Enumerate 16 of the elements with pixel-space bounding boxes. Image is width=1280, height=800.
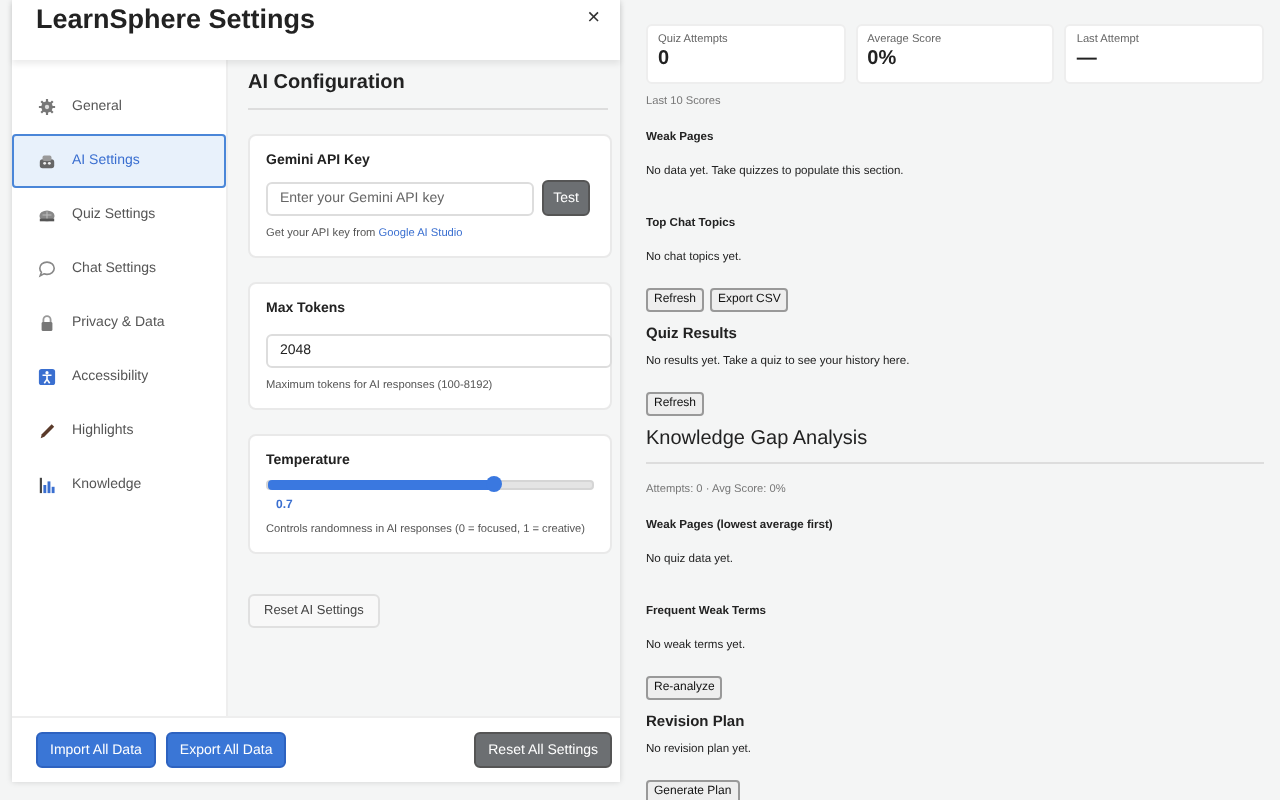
bar-chart-icon — [38, 476, 56, 494]
pencil-icon — [38, 422, 56, 440]
stat-value: 0 — [658, 48, 672, 70]
accessibility-icon — [38, 368, 56, 386]
lock-icon — [38, 314, 56, 332]
close-button[interactable]: × — [587, 6, 600, 30]
stat-value: 0% — [867, 48, 899, 70]
slider-thumb[interactable] — [486, 476, 503, 492]
slider-track[interactable] — [266, 480, 594, 490]
stat-value: — — [1076, 48, 1099, 70]
section-title: AI Configuration — [248, 72, 608, 110]
dialog-title: LearnSphere Settings — [36, 4, 316, 34]
gear-icon — [38, 98, 56, 116]
robot-icon — [38, 152, 56, 170]
chat-bubble-icon — [38, 260, 56, 278]
section-title: Knowledge Gap Analysis — [646, 428, 1264, 464]
